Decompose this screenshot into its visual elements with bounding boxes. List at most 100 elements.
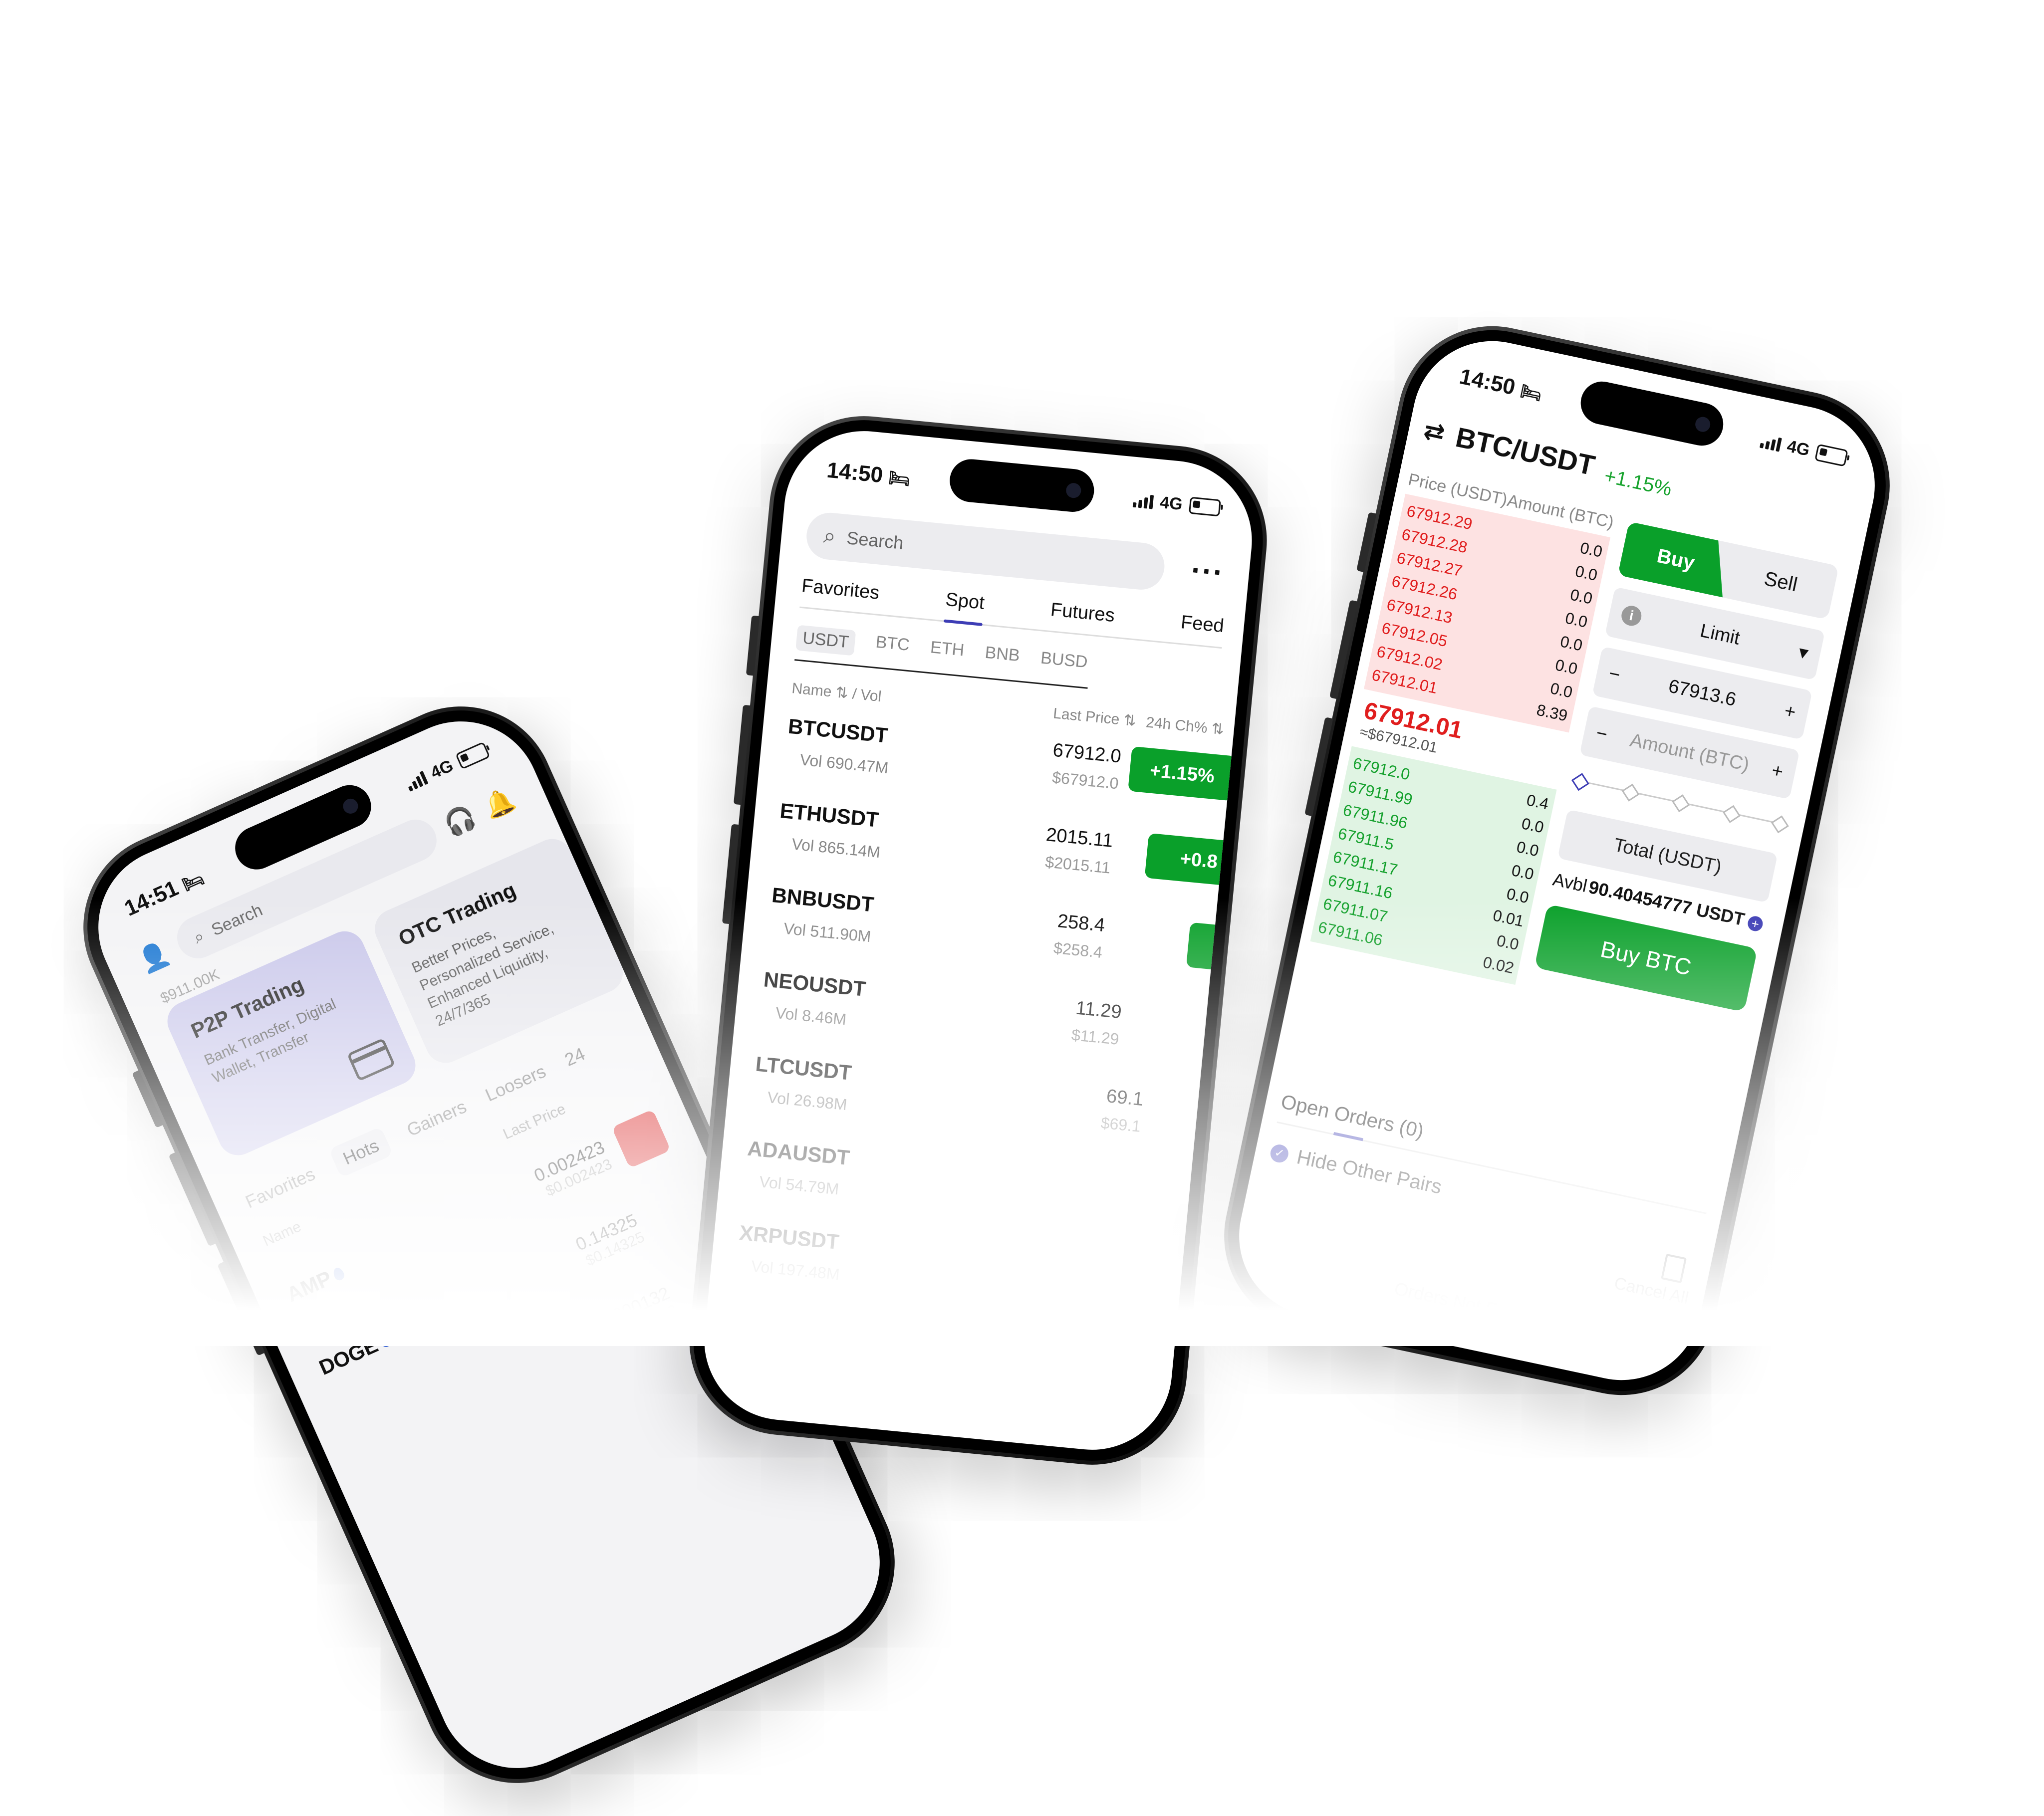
row-price: 69.1 (1105, 1086, 1144, 1111)
credit-card-icon (346, 1038, 396, 1082)
orderbook-amount: 0.01 (1491, 906, 1526, 930)
row-name (348, 1428, 363, 1452)
row-usd: $69.1 (1100, 1114, 1142, 1135)
slider-stop[interactable] (1621, 783, 1640, 802)
row-name: DOGE (315, 1333, 382, 1379)
row-vol: Vol 8.46M (774, 1003, 847, 1029)
row-price: 258.4 (1056, 910, 1106, 936)
tab-loosers[interactable]: Loosers (482, 1061, 549, 1106)
more-icon[interactable]: ··· (1190, 553, 1226, 590)
col-last-price[interactable]: Last Price ⇅ (1052, 705, 1137, 729)
tab-feed[interactable]: Feed (1180, 612, 1225, 637)
orderbook-amount: 0.0 (1548, 679, 1574, 701)
slider-stop[interactable] (1722, 805, 1741, 823)
battery-icon (1188, 496, 1221, 517)
change-badge: +1.15% (1128, 746, 1237, 801)
sleep-icon: 🛏 (179, 869, 207, 895)
col-name[interactable]: Name ⇅ / Vol (791, 680, 882, 705)
row-name: LTCUSDT (755, 1052, 853, 1085)
dynamic-island (948, 457, 1096, 514)
row-name: BTCUSDT (787, 714, 889, 747)
orderbook-amount: 0.0 (1568, 585, 1594, 608)
amount-field[interactable]: Amount (BTC) (1605, 724, 1774, 780)
network-label: 4G (1159, 492, 1184, 514)
col-name: Name (260, 1218, 304, 1250)
slider-stop[interactable] (1771, 815, 1789, 834)
col-change[interactable]: 24h Ch% ⇅ (1145, 714, 1225, 738)
markets-screen: 14:50 🛏 4G ⌕ Search ··· Favorites Spot F… (697, 424, 1260, 1457)
battery-icon (455, 741, 491, 770)
search-input[interactable]: ⌕ Search (804, 510, 1167, 592)
quote-subtabs: USDT BTC ETH BNB BUSD (794, 625, 1091, 689)
row-name: XRPUSDT (738, 1220, 840, 1254)
search-placeholder: Search (845, 527, 905, 553)
orderbook-amount: 0.02 (1481, 952, 1516, 977)
status-time: 14:51 (120, 876, 182, 921)
avbl-label: Avbl (1550, 869, 1589, 897)
subtab-bnb[interactable]: BNB (984, 643, 1021, 672)
orderbook-amount: 0.4 (1525, 790, 1550, 813)
row-vol: Vol 865.14M (791, 835, 881, 862)
tab-futures[interactable]: Futures (1049, 599, 1115, 627)
row-usd: $11.29 (1070, 1025, 1120, 1048)
subtab-eth[interactable]: ETH (929, 638, 965, 666)
phone-center: 14:50 🛏 4G ⌕ Search ··· Favorites Spot F… (681, 407, 1276, 1474)
network-label: 4G (1785, 436, 1811, 460)
open-orders-section: Open Orders (0) ✓ Hide Other Pairs Cance… (1269, 1091, 1713, 1328)
slider-stop[interactable] (1571, 773, 1589, 791)
swap-icon[interactable]: ⇄ (1421, 415, 1448, 448)
tab-gainers[interactable]: Gainers (404, 1096, 470, 1141)
orderbook-amount: 0.0 (1553, 655, 1579, 678)
bell-icon[interactable]: 🔔 (479, 783, 519, 823)
row-vol: Vol 690.47M (799, 750, 889, 777)
row-name: BNBUSDT (770, 883, 875, 916)
add-funds-icon[interactable]: + (1746, 914, 1765, 933)
empty-orders-text: Orders Not Found (1392, 1278, 1537, 1328)
tab-favorites[interactable]: Favorites (242, 1163, 318, 1213)
row-name: AMP (283, 1266, 335, 1307)
checkbox-icon[interactable]: ✓ (1269, 1142, 1290, 1164)
subtab-busd[interactable]: BUSD (1039, 648, 1089, 678)
orderbook-amount: 0.0 (1573, 561, 1599, 584)
slider-stop[interactable] (1672, 794, 1690, 813)
tab-open-orders[interactable]: Open Orders (0) (1279, 1091, 1426, 1143)
trade-screen: 14:50 🛏 4G ⇄ BTC/USDT +1.15% ⫶ ··· Price… (1224, 326, 1890, 1395)
orderbook-amount: 0.0 (1563, 608, 1589, 631)
tab-favorites[interactable]: Favorites (800, 575, 881, 604)
price-value[interactable]: 67913.6 (1618, 665, 1787, 721)
search-icon: ⌕ (822, 523, 837, 549)
tab-spot[interactable]: Spot (945, 589, 986, 614)
network-label: 4G (427, 755, 456, 783)
change-badge (1186, 922, 1260, 977)
sleep-icon: 🛏 (888, 468, 911, 489)
buy-tab[interactable]: Buy (1618, 521, 1734, 597)
status-time: 14:50 (825, 457, 884, 488)
search-placeholder: Search (208, 900, 265, 940)
headset-icon[interactable]: 🎧 (440, 801, 480, 841)
document-icon[interactable] (1661, 1253, 1687, 1284)
subtab-usdt[interactable]: USDT (795, 625, 856, 656)
orderbook-amount: 0.0 (1578, 538, 1604, 561)
change-badge: +0.8 (1144, 833, 1254, 888)
orderbook-amount: 8.39 (1535, 700, 1569, 725)
row-vol: Vol 54.79M (758, 1172, 840, 1198)
row-name: ETHUSDT (778, 798, 880, 832)
row-vol: Vol 511.90M (782, 919, 872, 946)
total-placeholder[interactable]: Total (USDT) (1572, 826, 1763, 886)
tab-hots[interactable]: Hots (328, 1126, 394, 1178)
sell-tab[interactable]: Sell (1723, 544, 1839, 620)
battery-icon (1814, 444, 1848, 467)
row-name: ADAUSDT (746, 1136, 851, 1170)
user-icon[interactable]: 👤 (134, 937, 174, 977)
col-24h-cut: 24 (561, 1043, 588, 1070)
orderbook-amount: 0.0 (1520, 814, 1545, 837)
row-vol: Vol 26.98M (766, 1088, 848, 1114)
subtab-btc[interactable]: BTC (874, 633, 910, 661)
orderbook-amount: 0.0 (1505, 884, 1531, 907)
pair-title[interactable]: BTC/USDT (1453, 421, 1598, 481)
row-price: 11.29 (1074, 997, 1123, 1023)
search-icon: ⌕ (190, 926, 207, 947)
drop-icon (378, 1333, 393, 1349)
row-usd: $2015.11 (1044, 853, 1111, 877)
row-price: 2015.11 (1045, 824, 1114, 852)
